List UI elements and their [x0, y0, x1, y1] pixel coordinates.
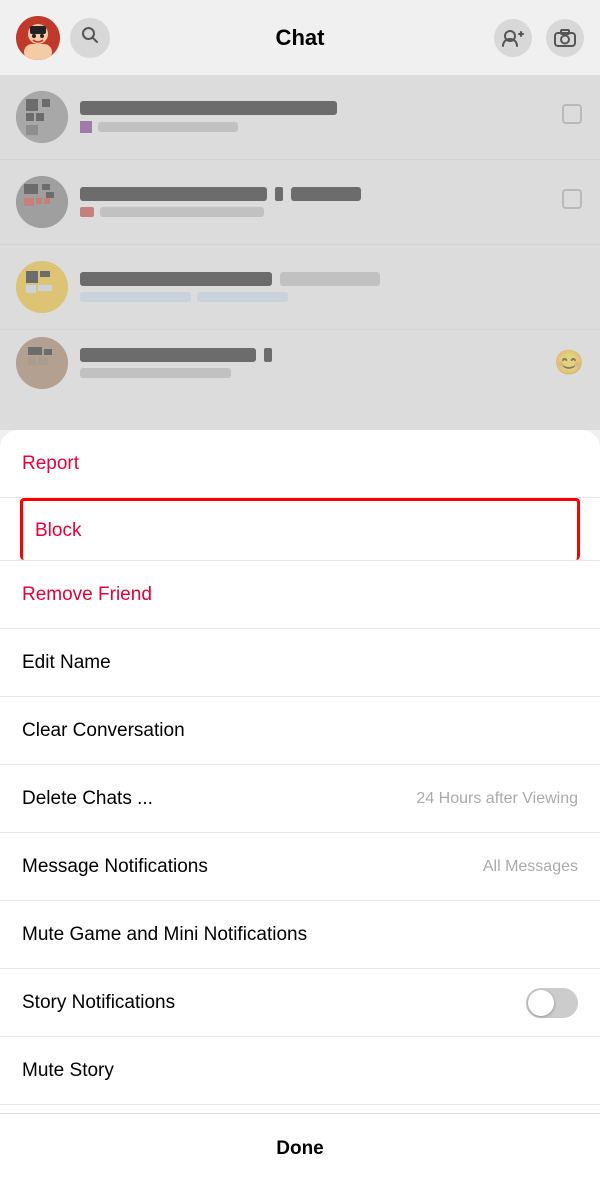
header: Chat	[0, 0, 600, 75]
user-avatar[interactable]	[16, 16, 60, 60]
block-label: Block	[35, 520, 81, 542]
message-notifications-menu-item[interactable]: Message Notifications All Messages	[0, 833, 600, 901]
add-friend-button[interactable]	[494, 19, 532, 57]
edit-name-label: Edit Name	[22, 652, 111, 674]
report-menu-item[interactable]: Report	[0, 430, 600, 498]
clear-conversation-label: Clear Conversation	[22, 720, 185, 742]
mute-game-mini-label: Mute Game and Mini Notifications	[22, 924, 307, 946]
edit-name-menu-item[interactable]: Edit Name	[0, 629, 600, 697]
story-notifications-toggle[interactable]	[526, 988, 578, 1018]
clear-conversation-menu-item[interactable]: Clear Conversation	[0, 697, 600, 765]
block-menu-item[interactable]: Block	[20, 498, 580, 560]
remove-friend-menu-item[interactable]: Remove Friend	[0, 561, 600, 629]
done-button[interactable]: Done	[0, 1113, 600, 1183]
done-label: Done	[276, 1138, 324, 1160]
delete-chats-menu-item[interactable]: Delete Chats ... 24 Hours after Viewing	[0, 765, 600, 833]
delete-chats-label: Delete Chats ...	[22, 788, 153, 810]
delete-chats-value: 24 Hours after Viewing	[416, 790, 578, 808]
action-menu-panel: Report Block Remove Friend Edit Name Cle…	[0, 430, 600, 1183]
mute-story-label: Mute Story	[22, 1060, 114, 1082]
block-menu-item-wrapper: Block	[0, 498, 600, 561]
story-notifications-menu-item[interactable]: Story Notifications	[0, 969, 600, 1037]
mute-story-menu-item[interactable]: Mute Story	[0, 1037, 600, 1105]
remove-friend-label: Remove Friend	[22, 584, 152, 606]
search-icon	[81, 26, 99, 49]
header-left	[16, 16, 110, 60]
background-dim	[0, 75, 600, 430]
camera-button[interactable]	[546, 19, 584, 57]
page-title: Chat	[276, 25, 325, 51]
search-button[interactable]	[70, 18, 110, 58]
message-notifications-value: All Messages	[483, 858, 578, 876]
story-notifications-label: Story Notifications	[22, 992, 175, 1014]
mute-game-mini-menu-item[interactable]: Mute Game and Mini Notifications	[0, 901, 600, 969]
header-right	[494, 19, 584, 57]
report-label: Report	[22, 453, 79, 475]
message-notifications-label: Message Notifications	[22, 856, 208, 878]
